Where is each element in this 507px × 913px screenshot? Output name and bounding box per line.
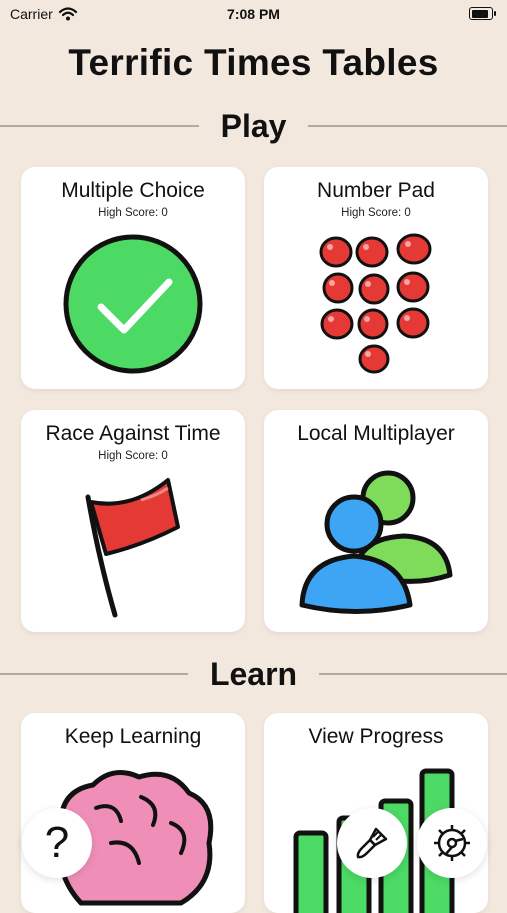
local-multiplayer-card[interactable]: Local Multiplayer [264, 410, 488, 632]
number-pad-dots-icon [319, 233, 432, 374]
race-against-time-card[interactable]: Race Against Time High Score: 0 [21, 410, 245, 632]
learn-section-header: Learn [0, 654, 507, 694]
paintbrush-icon [356, 827, 388, 859]
red-flag-icon [85, 478, 180, 618]
status-bar: Carrier 7:08 PM [0, 0, 507, 30]
theme-button[interactable] [337, 808, 407, 878]
play-heading: Play [220, 107, 287, 144]
status-time: 7:08 PM [227, 6, 280, 22]
help-label: ? [44, 818, 70, 867]
learn-heading: Learn [209, 655, 298, 692]
two-people-icon [299, 470, 453, 614]
multiple-choice-card[interactable]: Multiple Choice High Score: 0 [21, 167, 245, 389]
app-title: Terrific Times Tables [68, 42, 439, 83]
checkmark-circle-icon [63, 234, 203, 374]
divider [0, 125, 199, 127]
settings-button[interactable] [417, 808, 487, 878]
help-button[interactable]: ? [22, 808, 92, 878]
play-section-header: Play [0, 106, 507, 146]
divider [0, 673, 188, 675]
battery-fill [471, 9, 488, 18]
divider [308, 125, 507, 127]
gear-icon [434, 825, 470, 861]
divider [319, 673, 507, 675]
number-pad-card[interactable]: Number Pad High Score: 0 [264, 167, 488, 389]
battery-icon [469, 7, 496, 20]
